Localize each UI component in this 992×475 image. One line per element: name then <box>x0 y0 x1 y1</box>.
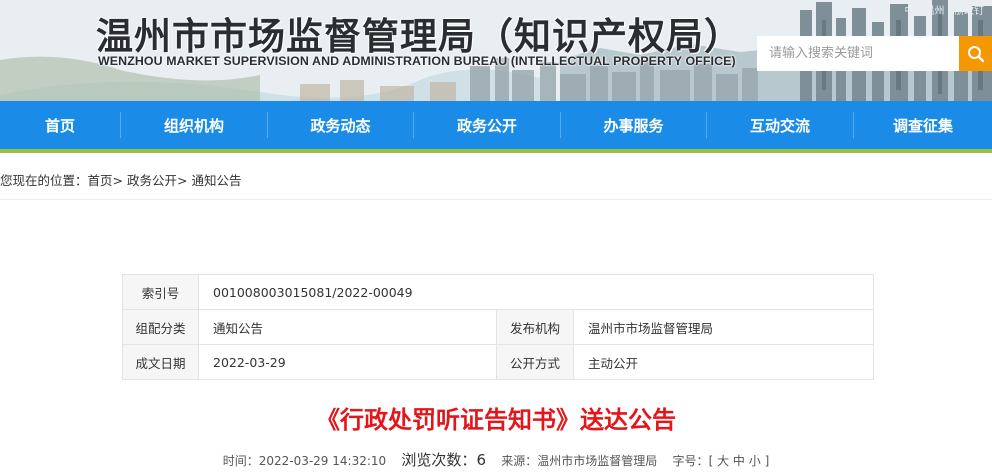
font-size-bracket: ] <box>764 454 770 468</box>
search-icon <box>967 45 984 62</box>
breadcrumb-separator: > <box>177 173 188 188</box>
breadcrumb-notices[interactable]: 通知公告 <box>191 173 241 188</box>
nav-item-organization[interactable]: 组织机构 <box>121 101 267 149</box>
disclosure-value: 主动公开 <box>573 344 874 380</box>
time-label: 时间： <box>222 454 259 468</box>
category-value: 通知公告 <box>198 309 497 345</box>
nav-item-interaction[interactable]: 互动交流 <box>707 101 853 149</box>
site-subtitle: WENZHOU MARKET SUPERVISION AND ADMINISTR… <box>98 54 736 68</box>
article-meta: 时间：2022-03-29 14:32:10 浏览次数：6 来源：温州市市场监督… <box>0 449 992 470</box>
time-value: 2022-03-29 14:32:10 <box>258 454 387 468</box>
breadcrumb-prefix: 您现在的位置： <box>0 173 88 188</box>
search-input[interactable] <box>757 36 959 71</box>
font-size-medium[interactable]: 中 <box>733 454 745 468</box>
category-label: 组配分类 <box>122 309 199 345</box>
table-row: 组配分类 通知公告 发布机构 温州市市场监督管理局 <box>122 309 874 345</box>
breadcrumb-home[interactable]: 首页 <box>88 173 113 188</box>
breadcrumb-divider <box>0 199 992 200</box>
nav-item-home[interactable]: 首页 <box>0 101 120 149</box>
header-banner: 温州市市场监督管理局（知识产权局） WENZHOU MARKET SUPERVI… <box>0 0 992 101</box>
font-size-label: 字号： <box>672 454 709 468</box>
main-nav: 首页 组织机构 政务动态 政务公开 办事服务 互动交流 调查征集 <box>0 101 992 153</box>
table-row: 成文日期 2022-03-29 公开方式 主动公开 <box>122 344 874 380</box>
top-links[interactable]: 中国温州 · 浙政钉 <box>904 2 984 17</box>
nav-item-survey[interactable]: 调查征集 <box>854 101 992 149</box>
nav-item-gov-news[interactable]: 政务动态 <box>268 101 413 149</box>
font-size-control: 字号：[ 大 中 小 ] <box>673 454 770 468</box>
views-label: 浏览次数： <box>401 451 477 469</box>
nav-item-services[interactable]: 办事服务 <box>561 101 706 149</box>
table-row: 索引号 001008003015081/2022-00049 <box>122 274 874 310</box>
document-info-table: 索引号 001008003015081/2022-00049 组配分类 通知公告… <box>122 274 874 380</box>
breadcrumb-separator: > <box>112 173 124 188</box>
breadcrumb: 您现在的位置：首页> 政务公开> 通知公告 <box>0 170 242 189</box>
date-label: 成文日期 <box>122 344 199 380</box>
disclosure-label: 公开方式 <box>496 344 574 380</box>
source-label: 来源： <box>501 454 538 468</box>
article-title: 《行政处罚听证告知书》送达公告 <box>316 406 676 434</box>
font-size-bracket: [ <box>708 454 714 468</box>
date-value: 2022-03-29 <box>198 344 497 380</box>
site-title: 温州市市场监督管理局（知识产权局） <box>96 15 742 58</box>
index-value: 001008003015081/2022-00049 <box>198 274 874 310</box>
font-size-small[interactable]: 小 <box>749 454 761 468</box>
search-button[interactable] <box>959 36 992 71</box>
index-label: 索引号 <box>122 274 199 310</box>
search-box <box>757 36 992 71</box>
views-count: 6 <box>476 451 486 469</box>
breadcrumb-gov-disclosure[interactable]: 政务公开 <box>127 173 177 188</box>
publisher-value: 温州市市场监督管理局 <box>573 309 874 345</box>
font-size-large[interactable]: 大 <box>717 454 729 468</box>
source-value: 温州市市场监督管理局 <box>537 454 658 468</box>
publisher-label: 发布机构 <box>496 309 574 345</box>
nav-item-gov-disclosure[interactable]: 政务公开 <box>414 101 560 149</box>
